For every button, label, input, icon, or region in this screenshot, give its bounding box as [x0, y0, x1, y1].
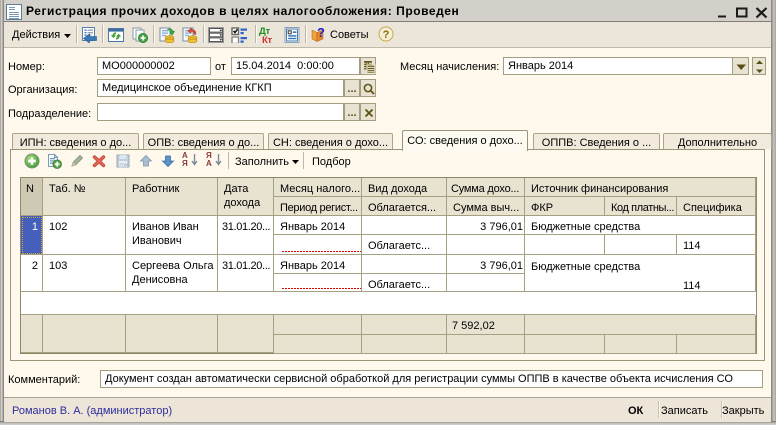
svg-text:ГОК: ГОК — [120, 163, 129, 168]
svg-text:?: ? — [317, 27, 325, 40]
svg-text:?: ? — [383, 29, 390, 41]
